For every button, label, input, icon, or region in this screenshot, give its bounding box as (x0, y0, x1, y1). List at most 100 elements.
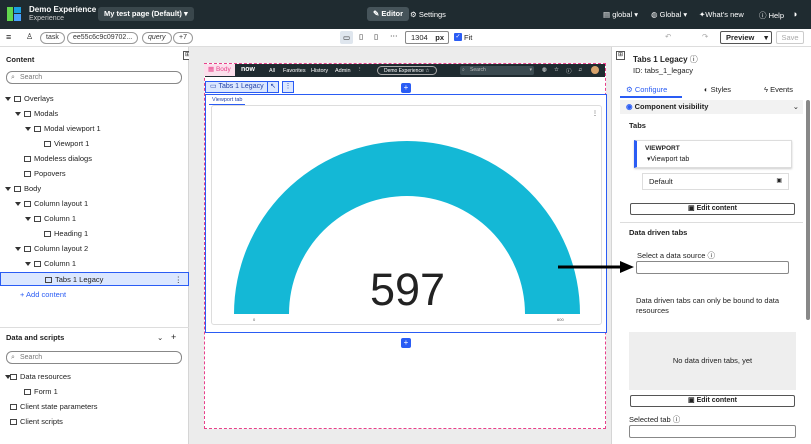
tag-sysid[interactable]: ee55c6c9c09702... (67, 32, 139, 44)
tab-events[interactable]: ϟ Events (764, 85, 793, 94)
help-icon[interactable]: ⓘ (566, 67, 572, 75)
add-above-button[interactable]: + (401, 83, 411, 93)
search-icon: ⌕ (11, 74, 15, 81)
editor-tab[interactable]: ✎ Editor (367, 7, 410, 21)
fit-checkbox[interactable]: ✓ (454, 33, 462, 41)
data-search-input[interactable]: ⌕ Search (6, 351, 182, 364)
nav-admin[interactable]: Admin (335, 68, 351, 74)
info-icon[interactable]: ⓘ (707, 251, 715, 260)
default-item[interactable]: Default ▣ (642, 173, 789, 190)
tree-item[interactable]: Column 1 (0, 257, 189, 271)
globe-icon[interactable]: ◍ (542, 67, 547, 73)
tree-item[interactable]: Overlays (0, 92, 189, 106)
desktop-view-icon[interactable]: ▭ (340, 31, 353, 44)
nav-search-input[interactable]: ⌕ Search ▾ (460, 66, 534, 75)
tree-item[interactable]: Column layout 2 (0, 242, 189, 256)
tree-item-label: Popovers (34, 169, 66, 178)
expand-icon[interactable] (15, 197, 24, 211)
bell-icon[interactable]: ♫ (578, 67, 582, 73)
component-title-text: Tabs 1 Legacy (633, 55, 688, 64)
expand-icon[interactable] (25, 257, 34, 271)
tree-item[interactable]: Modals (0, 107, 189, 121)
tabs-component[interactable]: Viewport tab ⋮ 597 0 600 (205, 94, 607, 333)
scrollbar[interactable] (806, 100, 810, 320)
add-data-icon[interactable]: + (171, 332, 176, 342)
info-icon[interactable]: ⓘ (690, 55, 698, 64)
expand-icon[interactable] (15, 242, 24, 256)
tree-item[interactable]: Modal viewport 1 (0, 122, 189, 136)
undo-icon[interactable]: ↶ (665, 32, 671, 41)
select-parent-icon[interactable]: ↖ (267, 81, 279, 93)
selected-tag[interactable]: ▭ Tabs 1 Legacy (205, 81, 269, 93)
settings-tab[interactable]: ⚙ Settings (410, 10, 446, 19)
whats-new-button[interactable]: ✦What's new (699, 10, 744, 19)
menu-icon[interactable]: ≡ (6, 32, 11, 42)
edit-content-button-2[interactable]: ▣ Edit content (630, 395, 795, 407)
expand-icon[interactable] (25, 122, 34, 136)
body-tag[interactable]: ▦ Body (204, 64, 235, 76)
more-actions-icon[interactable]: ⋮ (282, 81, 294, 93)
tree-item[interactable]: Viewport 1 (0, 137, 189, 151)
viewport-card[interactable]: VIEWPORT ▾Viewport tab (634, 140, 792, 168)
theme-toggle-icon[interactable]: ◑ (792, 9, 797, 19)
content-search-input[interactable]: ⌕ Search (6, 71, 182, 84)
tree-item[interactable]: Body (0, 182, 189, 196)
viewport-tab-item[interactable]: ▾Viewport tab (647, 155, 689, 163)
preview-button[interactable]: Preview ▾ (720, 31, 772, 44)
pencil-icon: ✎ (373, 9, 380, 18)
help-button[interactable]: ⓘ Help (759, 10, 784, 21)
collapse-icon[interactable]: ⌄ (157, 333, 163, 342)
nav-all[interactable]: All (269, 68, 275, 74)
edit-content-button[interactable]: ▣ Edit content (630, 203, 795, 215)
tree-item[interactable]: Column 1 (0, 212, 189, 226)
page-selector[interactable]: My test page (Default) ▾ (98, 7, 194, 21)
user-icon[interactable]: ♙ (26, 32, 33, 41)
gear-icon: ⚙ (410, 10, 417, 19)
global-selector[interactable]: ◍ Global ▾ (651, 10, 687, 19)
tree-item[interactable]: Tabs 1 Legacy ⋮ (0, 272, 189, 286)
scope-selector[interactable]: ▤ global ▾ (603, 10, 638, 19)
tree-item[interactable]: Heading 1 (0, 227, 189, 241)
viewport-tab[interactable]: Viewport tab (209, 96, 246, 105)
star-icon[interactable]: ☆ (554, 67, 559, 73)
nav-history[interactable]: History (311, 68, 328, 74)
add-below-button[interactable]: + (401, 338, 411, 348)
tab-styles[interactable]: ◐ Styles (704, 85, 731, 94)
info-icon[interactable]: ⓘ (673, 415, 681, 424)
tree-item[interactable]: Column layout 1 (0, 197, 189, 211)
tablet-view-icon[interactable]: ▯ (359, 32, 363, 41)
chevron-down-icon: ⌄ (792, 102, 799, 111)
more-icon[interactable]: ⋮ (175, 273, 183, 287)
expand-icon[interactable] (5, 92, 14, 106)
nav-favorites[interactable]: Favorites (283, 68, 306, 74)
tag-query[interactable]: query (142, 32, 172, 44)
redo-icon[interactable]: ↷ (702, 32, 708, 41)
panel-toggle-icon[interactable]: ⊞ (616, 51, 625, 60)
expand-icon[interactable] (15, 107, 24, 121)
data-tree-item[interactable]: Data resources (0, 370, 71, 384)
mobile-view-icon[interactable]: ▯ (374, 32, 378, 41)
tree-item-label: Body (24, 184, 42, 193)
avatar[interactable] (591, 66, 599, 74)
experience-pill[interactable]: Demo Experience ☆ (377, 66, 437, 75)
more-icon[interactable]: ⋯ (390, 31, 398, 40)
tree-item[interactable]: Modeless dialogs (0, 152, 189, 166)
visibility-section[interactable]: ◉ Component visibility ⌄ (620, 100, 803, 114)
tree-item-label: Overlays (24, 94, 54, 103)
data-tree-item[interactable]: Form 1 (0, 385, 58, 399)
preview-label: Preview (726, 33, 755, 42)
save-button[interactable]: Save (776, 31, 804, 44)
width-input[interactable]: 1304 px (405, 31, 449, 44)
expand-icon[interactable] (5, 182, 14, 196)
expand-icon[interactable] (25, 212, 34, 226)
tag-more[interactable]: +7 (173, 32, 193, 44)
tab-configure[interactable]: ⚙ Configure (626, 85, 667, 94)
data-tree-item[interactable]: Client state parameters (0, 400, 98, 414)
data-source-input[interactable] (636, 261, 789, 274)
selected-tab-input[interactable] (629, 425, 796, 438)
tree-item[interactable]: Popovers (0, 167, 189, 181)
tag-task[interactable]: task (40, 32, 65, 44)
data-tree-item[interactable]: Client scripts (0, 415, 63, 429)
nav-more-icon[interactable]: ⋮ (357, 67, 363, 73)
add-content-link[interactable]: + Add content (20, 290, 66, 299)
